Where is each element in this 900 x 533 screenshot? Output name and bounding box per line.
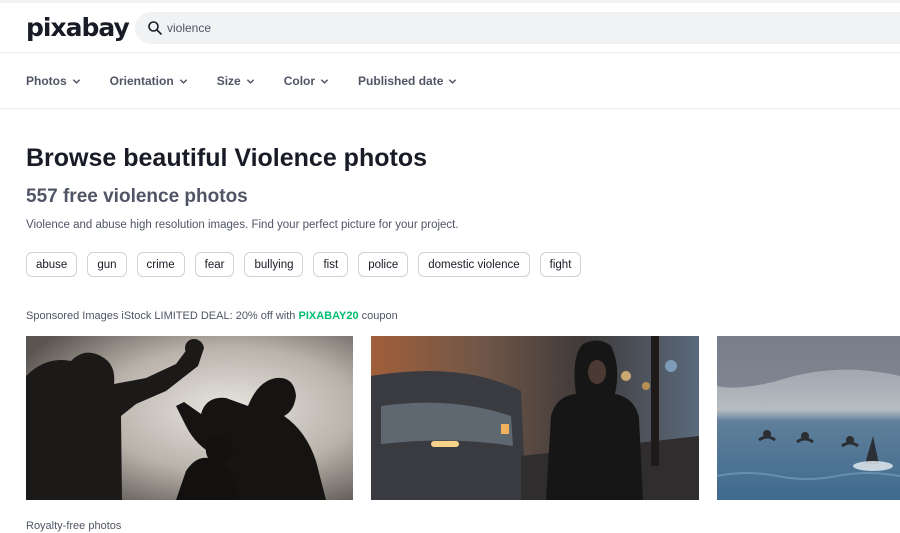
search-bar[interactable]	[135, 12, 900, 44]
page-title: Browse beautiful Violence photos	[26, 144, 427, 172]
filter-orientation[interactable]: Orientation	[110, 70, 188, 92]
tag-abuse[interactable]: abuse	[26, 252, 78, 277]
chevron-down-icon	[320, 78, 329, 84]
filter-color[interactable]: Color	[284, 70, 329, 92]
tag-crime[interactable]: crime	[136, 252, 185, 277]
related-tags: abuse gun crime fear bullying fist polic…	[26, 252, 591, 277]
filter-label: Orientation	[109, 74, 174, 88]
tag-fist[interactable]: fist	[313, 252, 349, 277]
tag-police[interactable]: police	[358, 252, 409, 277]
filter-label: Photos	[26, 74, 67, 88]
search-input[interactable]	[167, 18, 667, 38]
photo-image	[717, 336, 900, 500]
filter-size[interactable]: Size	[217, 70, 255, 92]
chevron-down-icon	[449, 78, 457, 84]
search-icon[interactable]	[147, 20, 163, 36]
tag-gun[interactable]: gun	[87, 252, 127, 277]
tag-domestic-violence[interactable]: domestic violence	[418, 252, 530, 277]
header-divider	[0, 52, 900, 53]
sponsored-suffix: coupon	[358, 310, 398, 322]
tag-bullying[interactable]: bullying	[244, 252, 304, 277]
filter-label: Color	[283, 74, 316, 88]
photo-image	[371, 336, 699, 500]
tag-fear[interactable]: fear	[194, 252, 235, 277]
photo-swimmers-shark-fin[interactable]	[717, 336, 900, 500]
chevron-down-icon	[179, 78, 187, 84]
filter-label: Published date	[358, 74, 444, 88]
results-count: 557 free violence photos	[26, 186, 248, 207]
sponsored-text: Sponsored Images iStock LIMITED DEAL: 20…	[26, 310, 299, 322]
filter-bar: Photos Orientation Size Color Published …	[26, 70, 486, 92]
page-description: Violence and abuse high resolution image…	[26, 219, 459, 231]
header: pixabay	[0, 3, 900, 53]
photo-image	[26, 336, 353, 500]
filter-label: Size	[216, 74, 241, 88]
photo-domestic-violence-silhouette[interactable]	[26, 336, 353, 500]
photo-hooded-person-street[interactable]	[371, 336, 699, 500]
filter-published-date[interactable]: Published date	[358, 70, 457, 92]
sponsored-banner: Sponsored Images iStock LIMITED DEAL: 20…	[26, 309, 398, 323]
promo-code-link[interactable]: PIXABAY20	[298, 310, 358, 322]
filter-photos[interactable]: Photos	[26, 70, 81, 92]
pixabay-logo[interactable]: pixabay	[26, 13, 130, 43]
chevron-down-icon	[246, 78, 254, 84]
tag-fight[interactable]: fight	[539, 252, 582, 277]
filter-divider	[0, 108, 900, 109]
chevron-down-icon	[72, 78, 80, 84]
section-label: Royalty-free photos	[26, 520, 122, 532]
